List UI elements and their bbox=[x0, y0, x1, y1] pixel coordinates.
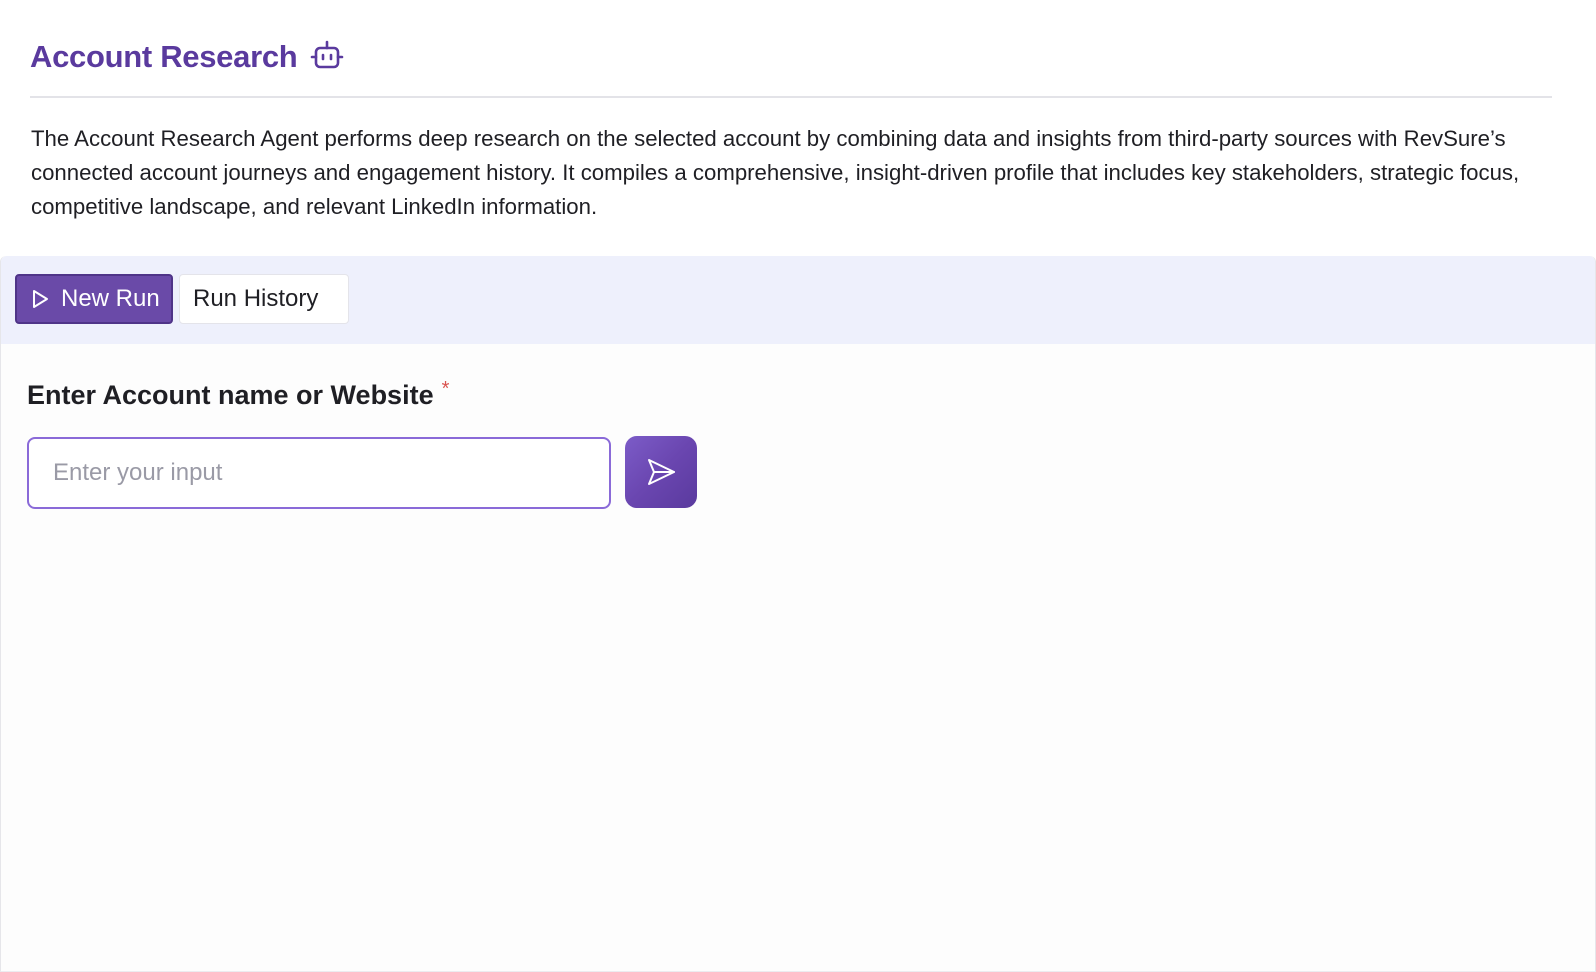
page-title: Account Research bbox=[30, 38, 298, 74]
submit-button[interactable] bbox=[625, 436, 697, 508]
agent-description: The Account Research Agent performs deep… bbox=[31, 126, 1520, 219]
send-icon bbox=[644, 455, 678, 489]
tab-bar: New Run Run History bbox=[1, 256, 1595, 344]
tab-new-run-label: New Run bbox=[61, 285, 160, 312]
page-header: Account Research bbox=[30, 30, 1552, 98]
tab-new-run[interactable]: New Run bbox=[15, 274, 173, 324]
account-input-label-text: Enter Account name or Website bbox=[27, 380, 434, 410]
tab-run-history-label: Run History bbox=[193, 285, 319, 312]
account-input-label: Enter Account name or Website * bbox=[27, 378, 450, 411]
account-input[interactable] bbox=[27, 437, 611, 509]
required-indicator: * bbox=[441, 378, 450, 400]
run-panel: New Run Run History Enter Account name o… bbox=[0, 256, 1596, 972]
account-research-page: Account Research The Account Research Ag… bbox=[0, 0, 1596, 972]
robot-icon bbox=[309, 38, 345, 74]
tab-run-history[interactable]: Run History bbox=[179, 274, 349, 324]
play-icon bbox=[29, 288, 51, 310]
